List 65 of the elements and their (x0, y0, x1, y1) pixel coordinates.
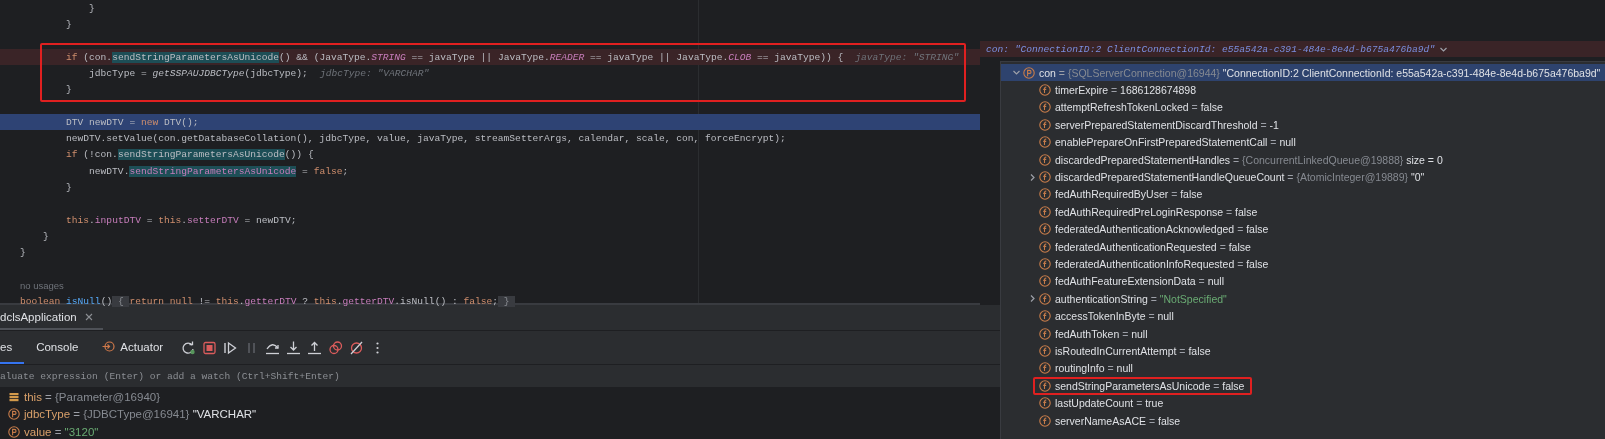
variable-tree-item[interactable]: attemptRefreshTokenLocked = false (1001, 98, 1605, 117)
code-line: } (88, 2, 95, 14)
field-icon (1039, 223, 1051, 236)
variable-tree-item[interactable]: discardedPreparedStatementHandles = {ConcurrentLinkedQueue@19888} size = 0 (1001, 150, 1605, 169)
variable-tree-item[interactable]: serverPreparedStatementDiscardThreshold = -1 (1001, 116, 1605, 134)
field-icon (1039, 153, 1051, 166)
code-line: if (!con.sendStringParametersAsUnicode()) { (65, 149, 314, 161)
variable-tree-item[interactable]: fedAuthRequiredByUser = false (1001, 185, 1605, 204)
variable-tree-item[interactable]: isRoutedInCurrentAttempt = false (1001, 342, 1605, 360)
field-icon (1039, 136, 1051, 149)
field-icon (1039, 414, 1051, 427)
code-line: } (65, 18, 72, 30)
field-icon (1039, 344, 1051, 357)
field-icon (1039, 240, 1051, 253)
panel-tab[interactable]: Actuator (90, 331, 176, 364)
variable-tree-item[interactable]: routingInfo = null (1001, 359, 1605, 378)
code-line: } (42, 230, 49, 242)
code-line: newDTV.sendStringParametersAsUnicode = false; (88, 165, 349, 177)
variable-tree-item[interactable]: enablePrepareOnFirstPreparedStatementCall = null (1001, 133, 1605, 151)
field-icon (1039, 397, 1051, 410)
inline-value-tooltip[interactable]: con: "ConnectionID:2 ClientConnectionId: e55a542a-c391-484e-8e4d-b675a476ba9d" (980, 41, 1605, 57)
panel-tab[interactable]: Console (24, 331, 91, 364)
field-icon (1039, 379, 1051, 392)
variable-tree-item[interactable]: timerExpire = 1686128674898 (1001, 81, 1605, 99)
field-icon (1039, 205, 1051, 218)
code-line: newDTV.setValue(con.getDatabaseCollation(), jdbcType, value, javaType, streamSetterArgs, calendar, scale, con, forceEncrypt); (65, 133, 786, 144)
variable-tree-item[interactable]: authenticationString = "NotSpecified" (1001, 290, 1605, 308)
usage-hint: no usages (20, 279, 64, 291)
variable-tree-item[interactable]: federatedAuthenticationInfoRequested = false (1001, 255, 1605, 273)
field-icon (1039, 118, 1051, 131)
field-icon (1039, 362, 1051, 375)
close-icon[interactable] (84, 312, 93, 321)
variable-tree-item[interactable]: accessTokenInByte = null (1001, 307, 1605, 325)
variable-tree-item[interactable]: fedAuthFeatureExtensionData = null (1001, 272, 1605, 291)
inline-value-hint: jdbcType: "VARCHAR" (319, 67, 430, 79)
variable-tree-item[interactable]: federatedAuthenticationAcknowledged = false (1001, 220, 1605, 238)
field-icon (1039, 327, 1051, 340)
chevron-down-icon[interactable] (1011, 68, 1021, 78)
field-icon (1039, 84, 1051, 97)
code-line: jdbcType = getSSPAUJDBCType(jdbcType); (88, 67, 308, 79)
variable-tree-item[interactable]: fedAuthToken = null (1001, 324, 1605, 343)
session-tab[interactable]: dclsApplication (0, 305, 103, 330)
code-line: this.inputDTV = this.setterDTV = newDTV; (65, 214, 297, 226)
parameter-icon (8, 425, 20, 438)
variable-tree-item[interactable]: con = {SQLServerConnection@16944} "ConnectionID:2 ClientConnectionId: e55a542a-c391-484e-8e4d-b675a476ba9d" (1001, 64, 1605, 82)
field-icon (1039, 258, 1051, 270)
field-icon (1039, 171, 1051, 184)
variable-tree-item[interactable]: fedAuthRequiredPreLoginResponse = false (1001, 203, 1605, 221)
code-line: } (20, 247, 26, 259)
field-icon (1039, 188, 1051, 201)
code-line: if (con.sendStringParametersAsUnicode() && (JavaType.STRING == javaType || JavaType.READER == javaType || JavaType.CLOB == javaType)) { (65, 51, 844, 63)
variable-tree-item[interactable]: federatedAuthenticationRequested = false (1001, 237, 1605, 256)
code-line: } (65, 181, 72, 193)
list-icon (8, 390, 20, 403)
code-line: } (65, 84, 72, 96)
field-icon (1039, 101, 1051, 114)
code-line: DTV newDTV = new DTV(); (65, 116, 199, 128)
field-icon (1039, 275, 1051, 288)
evaluate-expression-field[interactable]: aluate expression (Enter) or add a watch (Ctrl+Shift+Enter) (0, 370, 900, 382)
field-icon (1039, 310, 1051, 323)
parameter-icon (1023, 66, 1035, 79)
field-icon (1039, 292, 1051, 305)
parameter-icon (8, 408, 20, 421)
inline-value-hint: javaType: "STRING" (855, 51, 959, 63)
variable-tree-item[interactable]: discardedPreparedStatementHandleQueueCount = {AtomicInteger@19889} "0" (1001, 168, 1605, 186)
